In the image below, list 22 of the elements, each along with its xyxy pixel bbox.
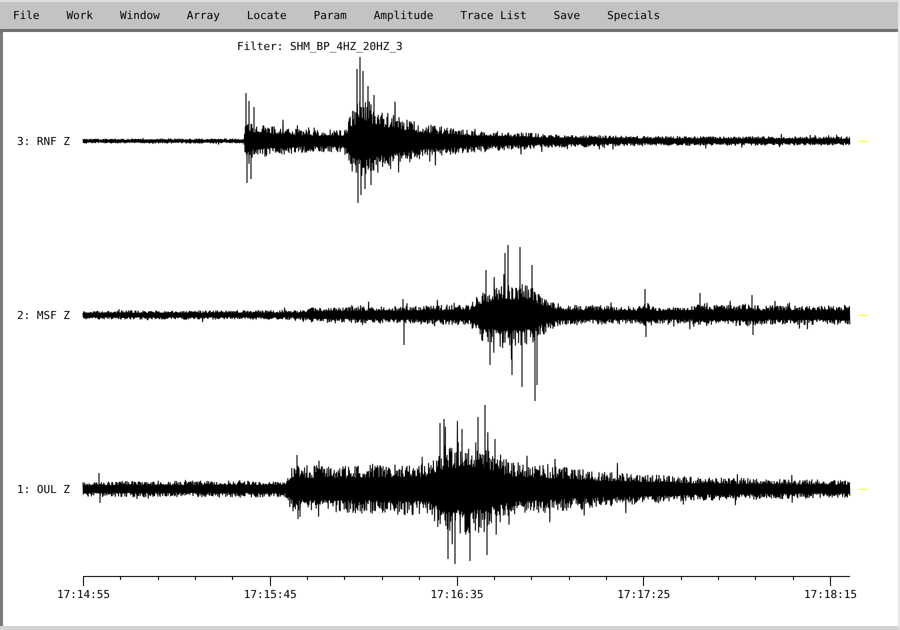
menu-item[interactable]: Trace List bbox=[452, 6, 535, 25]
trace-label: 3: RNF Z bbox=[17, 134, 70, 148]
marker-icon bbox=[859, 488, 868, 490]
menu-item[interactable]: File bbox=[5, 6, 48, 25]
menu-item[interactable]: Specials bbox=[599, 6, 668, 25]
time-label: 17:15:45 bbox=[244, 588, 297, 601]
trace-label: 2: MSF Z bbox=[17, 308, 70, 322]
time-label: 17:18:15 bbox=[804, 588, 857, 601]
time-label: 17:17:25 bbox=[617, 588, 670, 601]
menu-item[interactable]: Window bbox=[112, 6, 168, 25]
time-label: 17:14:55 bbox=[57, 588, 110, 601]
time-label: 17:16:35 bbox=[430, 588, 484, 601]
menu-item[interactable]: Array bbox=[178, 6, 228, 25]
menu-item[interactable]: Amplitude bbox=[366, 6, 442, 25]
menu-item[interactable]: Save bbox=[546, 6, 588, 25]
marker-icon bbox=[859, 314, 868, 316]
menu-item[interactable]: Param bbox=[306, 6, 355, 25]
marker-icon bbox=[859, 140, 868, 142]
menu-item[interactable]: Work bbox=[58, 6, 101, 25]
trace-label: 1: OUL Z bbox=[17, 482, 70, 496]
menu-item[interactable]: Locate bbox=[238, 6, 295, 25]
filter-label: Filter: SHM_BP_4HZ_20HZ_3 bbox=[237, 40, 403, 53]
